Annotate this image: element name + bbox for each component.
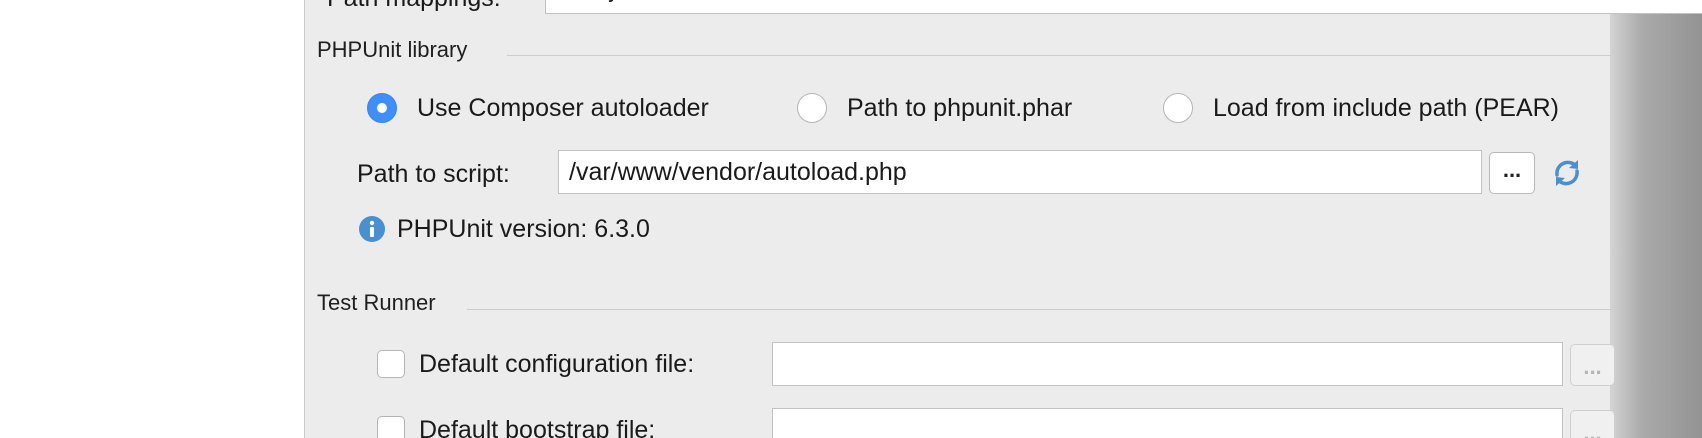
default-bootstrap-checkbox[interactable] [377, 416, 405, 438]
radio-composer-autoloader[interactable] [367, 93, 397, 123]
path-mappings-field[interactable]: <Project root>→/var/www [545, 0, 1702, 14]
default-config-checkbox[interactable] [377, 350, 405, 378]
path-to-script-field[interactable]: /var/www/vendor/autoload.php [558, 150, 1482, 194]
test-runner-section-title: Test Runner [317, 290, 436, 315]
default-config-browse-button[interactable]: ... [1570, 344, 1615, 386]
radio-composer-autoloader-label[interactable]: Use Composer autoloader [417, 94, 709, 123]
path-to-script-label: Path to script: [357, 160, 510, 188]
path-to-script-browse-button[interactable]: ... [1489, 152, 1535, 194]
phpunit-library-separator [507, 55, 1612, 56]
default-bootstrap-field[interactable] [772, 408, 1563, 438]
radio-include-path-pear-label[interactable]: Load from include path (PEAR) [1213, 94, 1559, 123]
phpunit-library-section-title: PHPUnit library [317, 37, 468, 62]
path-mappings-label: Path mappings: [327, 0, 501, 13]
phpunit-settings-dialog: Path mappings: <Project root>→/var/www .… [304, 0, 1702, 438]
screen: Path mappings: <Project root>→/var/www .… [0, 0, 1702, 438]
default-bootstrap-label[interactable]: Default bootstrap file: [419, 416, 655, 438]
radio-include-path-pear[interactable] [1163, 93, 1193, 123]
info-icon [358, 215, 386, 243]
default-config-field[interactable] [772, 342, 1563, 386]
default-config-label[interactable]: Default configuration file: [419, 350, 694, 379]
test-runner-separator [467, 309, 1612, 310]
default-bootstrap-browse-button[interactable]: ... [1570, 410, 1615, 438]
window-shadow [1610, 0, 1702, 438]
phpunit-version-text: PHPUnit version: 6.3.0 [397, 215, 650, 243]
radio-phpunit-phar[interactable] [797, 93, 827, 123]
radio-phpunit-phar-label[interactable]: Path to phpunit.phar [847, 94, 1072, 123]
refresh-icon[interactable] [1549, 155, 1585, 191]
